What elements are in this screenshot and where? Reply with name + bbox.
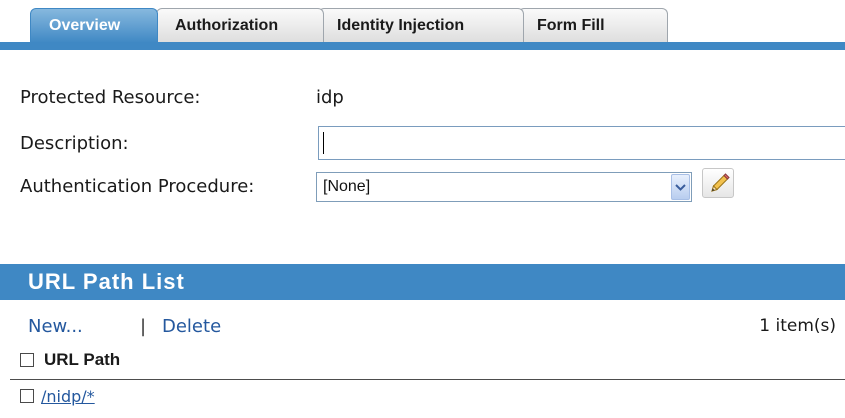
delete-url-path-link[interactable]: Delete xyxy=(162,316,221,337)
column-header-divider xyxy=(10,379,845,380)
auth-procedure-select[interactable]: [None] xyxy=(316,172,692,202)
auth-procedure-selected-value: [None] xyxy=(323,178,371,195)
protected-resource-value: idp xyxy=(316,87,344,108)
url-path-list-title: URL Path List xyxy=(28,269,185,294)
tab-label: Authorization xyxy=(175,17,279,34)
edit-auth-procedure-button[interactable] xyxy=(702,168,734,198)
tab-form-fill[interactable]: Form Fill xyxy=(518,8,668,42)
chevron-down-icon[interactable] xyxy=(671,174,690,200)
description-input[interactable] xyxy=(318,126,845,160)
tab-label: Form Fill xyxy=(537,17,605,34)
tab-authorization[interactable]: Authorization xyxy=(156,8,324,42)
tab-overview[interactable]: Overview xyxy=(30,8,158,43)
url-path-list-header: URL Path List xyxy=(0,264,845,300)
tab-bar: Form Fill Identity Injection Authorizati… xyxy=(0,0,845,50)
action-separator: | xyxy=(140,316,147,337)
tab-label: Identity Injection xyxy=(337,17,465,34)
item-count: 1 item(s) xyxy=(759,316,836,336)
tab-underline xyxy=(0,42,845,50)
description-label: Description: xyxy=(20,133,129,154)
row-checkbox[interactable] xyxy=(20,389,34,403)
text-caret xyxy=(323,132,324,154)
protected-resource-label: Protected Resource: xyxy=(20,87,201,108)
url-path-link[interactable]: /nidp/* xyxy=(41,387,95,406)
url-path-column-header: URL Path xyxy=(44,350,121,369)
tab-identity-injection[interactable]: Identity Injection xyxy=(318,8,524,42)
auth-procedure-label: Authentication Procedure: xyxy=(20,176,255,197)
tab-label: Overview xyxy=(49,17,121,34)
new-url-path-link[interactable]: New... xyxy=(28,316,83,337)
pencil-icon xyxy=(703,169,733,197)
select-all-checkbox[interactable] xyxy=(20,353,34,367)
